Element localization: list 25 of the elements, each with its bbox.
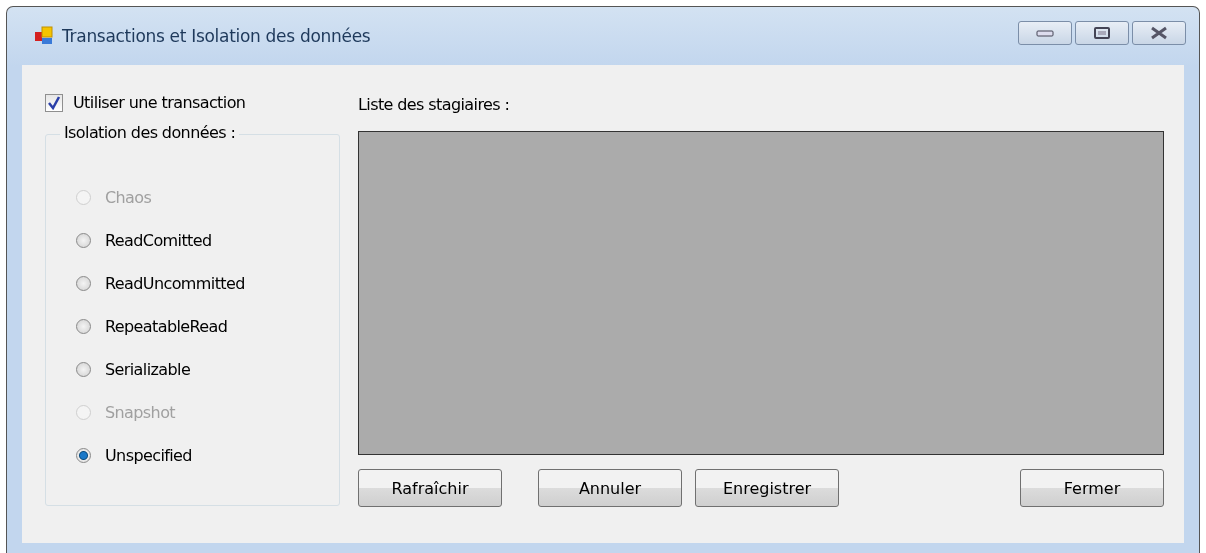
checkbox-label: Utiliser une transaction <box>73 93 246 112</box>
radio-option[interactable]: RepeatableRead <box>76 315 339 338</box>
action-button[interactable]: Annuler <box>538 469 682 507</box>
radio-button[interactable] <box>76 319 91 334</box>
radio-button[interactable] <box>76 362 91 377</box>
minimize-icon <box>1036 29 1054 37</box>
transaction-checkbox[interactable]: Utiliser une transaction <box>45 93 355 112</box>
checkbox[interactable] <box>45 93 63 112</box>
radio-option[interactable]: Unspecified <box>76 444 339 467</box>
action-button[interactable]: Enregistrer <box>695 469 839 507</box>
maximize-icon <box>1094 27 1110 39</box>
app-icon <box>34 26 54 46</box>
close-icon <box>1150 26 1168 40</box>
maximize-button[interactable] <box>1075 21 1129 45</box>
radio-button[interactable] <box>76 276 91 291</box>
radio-option[interactable]: Serializable <box>76 358 339 381</box>
list-label: Liste des stagiaires : <box>358 95 511 114</box>
radio-button[interactable] <box>76 448 91 463</box>
action-button[interactable]: Fermer <box>1020 469 1164 507</box>
close-button[interactable] <box>1132 21 1186 45</box>
action-button[interactable]: Rafraîchir <box>358 469 502 507</box>
radio-option[interactable]: ReadComitted <box>76 229 339 252</box>
radio-option[interactable]: ReadUncommitted <box>76 272 339 295</box>
window-title: Transactions et Isolation des données <box>62 26 371 46</box>
radio-button[interactable] <box>76 233 91 248</box>
